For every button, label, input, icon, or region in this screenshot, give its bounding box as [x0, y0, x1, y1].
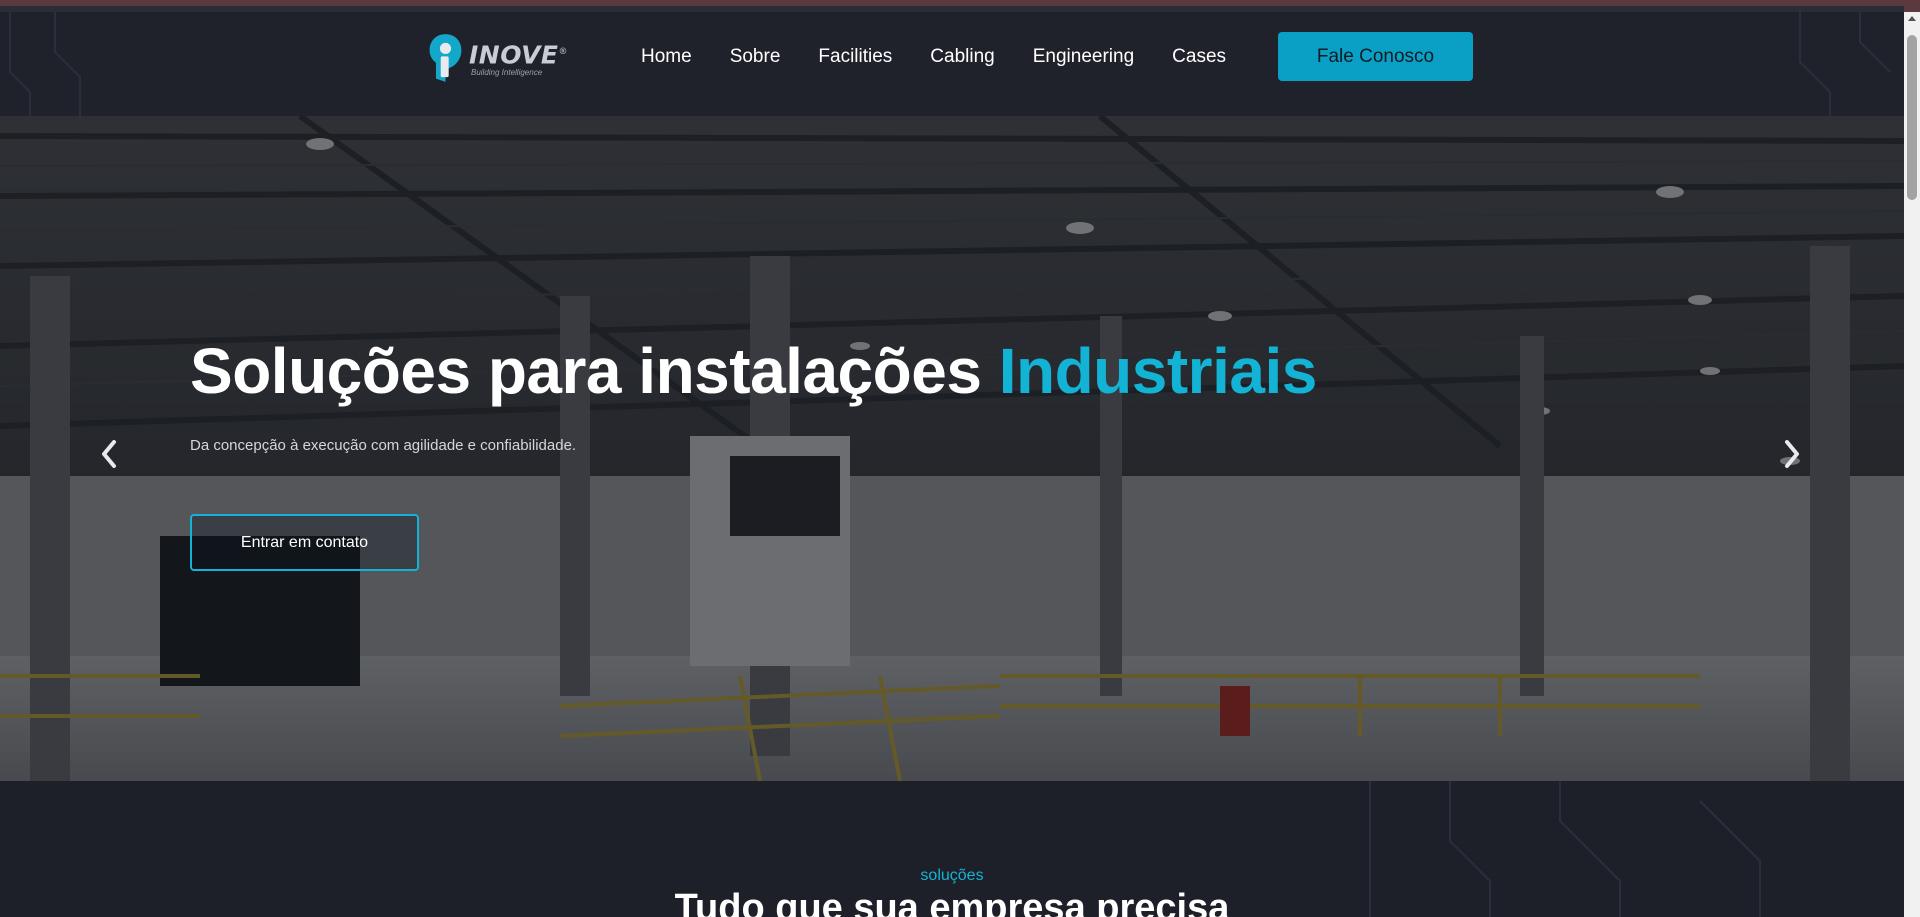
hero-subtitle: Da concepção à execução com agilidade e …: [190, 437, 577, 454]
logo-tagline: Building Intelligence: [470, 68, 543, 78]
hero-title-accent: Industriais: [998, 335, 1318, 407]
nav-facilities[interactable]: Facilities: [818, 46, 892, 68]
page-scrollbar[interactable]: [1904, 12, 1920, 917]
solutions-eyebrow: soluções: [920, 867, 984, 884]
chevron-left-icon[interactable]: [94, 434, 124, 474]
nav-cases[interactable]: Cases: [1172, 46, 1226, 68]
scroll-up-arrow-icon[interactable]: [1908, 16, 1916, 21]
chevron-right-icon[interactable]: [1777, 434, 1807, 474]
logo[interactable]: INOVE® Building Intelligence: [428, 22, 568, 94]
fale-conosco-button[interactable]: Fale Conosco: [1278, 32, 1473, 81]
main-nav: Home Sobre Facilities Cabling Engineerin…: [641, 46, 1226, 68]
hero-slider: Soluções para instalações Industriais Da…: [0, 116, 1904, 781]
page: INOVE® Building Intelligence Home Sobre …: [0, 12, 1904, 917]
site-header: INOVE® Building Intelligence Home Sobre …: [0, 12, 1904, 116]
scroll-thumb[interactable]: [1907, 35, 1917, 200]
nav-cabling[interactable]: Cabling: [930, 46, 994, 68]
logo-name: INOVE®: [468, 40, 568, 70]
contact-button[interactable]: Entrar em contato: [190, 514, 419, 571]
solutions-section: soluções Tudo que sua empresa precisa: [0, 781, 1904, 917]
logo-mark-icon: [429, 34, 462, 82]
nav-engineering[interactable]: Engineering: [1033, 46, 1134, 68]
nav-sobre[interactable]: Sobre: [730, 46, 781, 68]
browser-top-strip: [0, 0, 1920, 12]
hero-title: Soluções para instalações Industriais: [190, 335, 1318, 407]
nav-home[interactable]: Home: [641, 46, 692, 68]
solutions-title: Tudo que sua empresa precisa: [674, 887, 1230, 917]
